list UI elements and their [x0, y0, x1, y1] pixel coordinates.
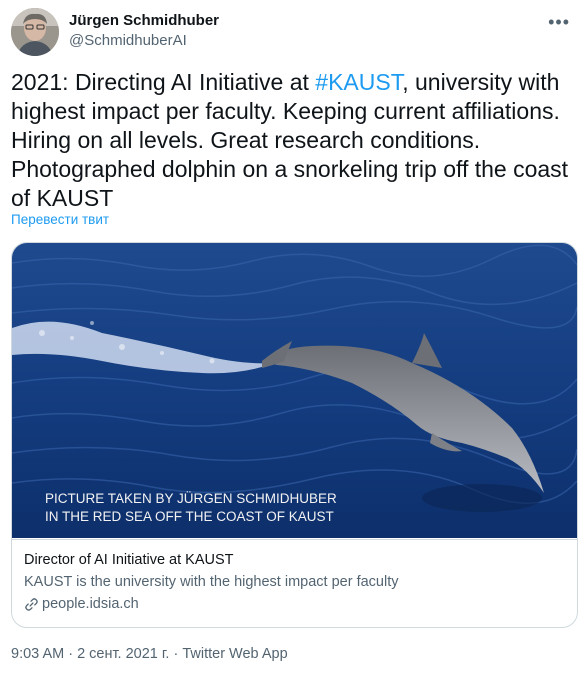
image-caption-line1: PICTURE TAKEN BY JÜRGEN SCHMIDHUBER [45, 491, 337, 506]
card-domain[interactable]: people.idsia.ch [24, 596, 139, 612]
card-description: KAUST is the university with the highest… [24, 574, 399, 590]
translate-tweet-link[interactable]: Перевести твит [11, 212, 109, 227]
meta-separator: · [169, 646, 183, 662]
tweet-header: Jürgen Schmidhuber @SchmidhuberAI ••• [11, 8, 574, 56]
author-display-name[interactable]: Jürgen Schmidhuber [69, 11, 219, 30]
avatar-photo-icon [11, 8, 59, 56]
card-domain-text: people.idsia.ch [42, 596, 139, 612]
tweet-text: 2021: Directing AI Initiative at #KAUST,… [11, 68, 577, 213]
tweet-text-part: 2021: Directing AI Initiative at [11, 69, 316, 95]
avatar[interactable] [11, 8, 59, 56]
link-card[interactable]: PICTURE TAKEN BY JÜRGEN SCHMIDHUBER IN T… [11, 242, 578, 628]
card-meta[interactable]: Director of AI Initiative at KAUST KAUST… [12, 539, 577, 627]
card-title[interactable]: Director of AI Initiative at KAUST [24, 552, 234, 568]
author-handle[interactable]: @SchmidhuberAI [69, 31, 219, 50]
image-caption-line2: IN THE RED SEA OFF THE COAST OF KAUST [45, 509, 334, 524]
author-names: Jürgen Schmidhuber @SchmidhuberAI [69, 11, 219, 50]
tweet-time[interactable]: 9:03 AM [11, 646, 64, 662]
tweet-source[interactable]: Twitter Web App [182, 646, 287, 662]
meta-separator: · [64, 646, 78, 662]
tweet-meta: 9:03 AM · 2 сент. 2021 г. · Twitter Web … [11, 646, 288, 662]
card-image[interactable]: PICTURE TAKEN BY JÜRGEN SCHMIDHUBER IN T… [12, 243, 577, 538]
more-icon[interactable]: ••• [548, 12, 570, 33]
link-icon [25, 597, 38, 611]
hashtag-link[interactable]: #KAUST [315, 69, 402, 95]
tweet-date[interactable]: 2 сент. 2021 г. [77, 646, 169, 662]
